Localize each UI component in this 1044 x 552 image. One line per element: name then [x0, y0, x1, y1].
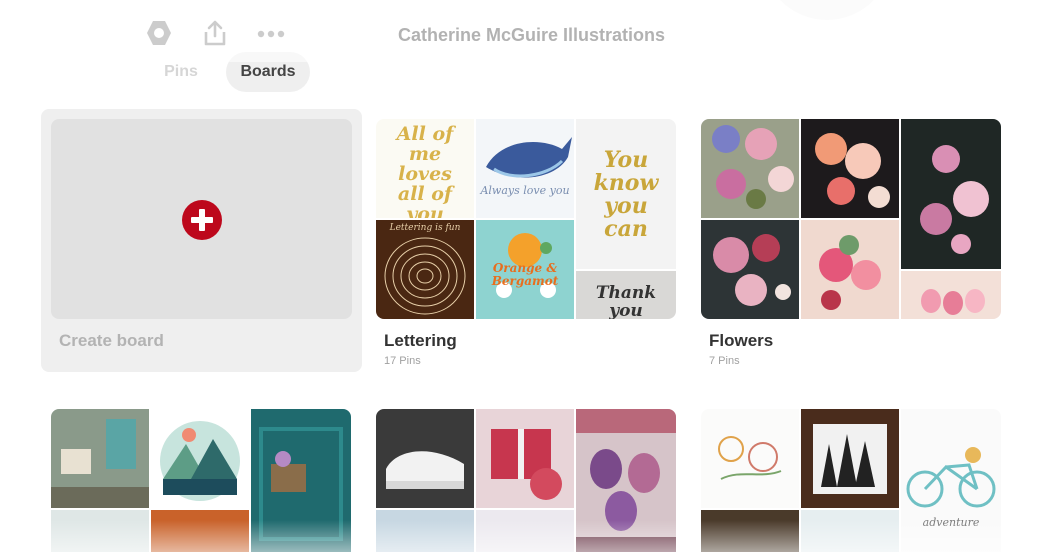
board-pin-image — [701, 409, 799, 508]
profile-header: Catherine McGuire Illustrations — [0, 0, 1044, 56]
board-pin-image — [901, 119, 1001, 269]
board-pin-image: Always love you — [476, 119, 574, 218]
pin-lettering-text: Thank you — [595, 283, 657, 319]
share-button[interactable] — [201, 20, 229, 50]
board-pin-image — [151, 409, 249, 508]
board-cover-mosaic[interactable] — [701, 119, 1001, 319]
bottom-fade — [0, 520, 1044, 552]
settings-hex-icon — [145, 19, 173, 52]
board-pin-image: You know you can — [576, 119, 676, 269]
board-pin-count: 7 Pins — [709, 355, 740, 367]
board-pin-image — [51, 409, 149, 508]
board-pin-image — [801, 220, 899, 319]
more-icon — [257, 26, 285, 44]
flower-photo — [712, 125, 794, 209]
flower-photo — [713, 234, 791, 306]
board-pin-image: Lettering is fun — [376, 220, 474, 319]
pin-lettering-text: Lettering is fun — [389, 223, 461, 233]
forest-painting-photo — [813, 424, 887, 494]
board-pin-image: All of me loves all of you — [376, 119, 474, 218]
pin-lettering-text: Orange & Bergamot — [491, 261, 559, 288]
create-board-card[interactable]: Create board — [41, 109, 362, 372]
board-pin-image — [701, 119, 799, 218]
tab-boards[interactable]: Boards — [226, 52, 310, 92]
board-pin-image — [801, 409, 899, 508]
profile-avatar[interactable] — [762, 0, 892, 20]
pin-lettering-text: You know you can — [593, 147, 659, 243]
board-pin-count: 17 Pins — [384, 355, 421, 367]
board-pin-image — [376, 409, 474, 508]
board-pin-image: Thank you — [576, 271, 676, 319]
wood-rings-illustration — [384, 237, 466, 315]
more-button[interactable] — [257, 20, 285, 50]
board-pin-image — [801, 119, 899, 218]
create-board-label: Create board — [59, 331, 164, 350]
board-cover-mosaic[interactable]: All of me loves all of you Lettering is … — [376, 119, 676, 319]
add-icon[interactable] — [182, 200, 222, 240]
settings-button[interactable] — [145, 20, 173, 50]
pin-lettering-text: Always love you — [480, 184, 570, 197]
flower-sketch-illustration — [718, 436, 782, 480]
pin-lettering-text: All of me loves all of you — [396, 123, 454, 218]
share-icon — [203, 20, 227, 51]
board-pin-image — [476, 409, 574, 508]
board-pin-image: Orange & Bergamot — [476, 220, 574, 319]
flower-photo — [815, 133, 890, 208]
page-title: Catherine McGuire Illustrations — [398, 25, 666, 45]
window-photo — [51, 419, 149, 508]
gift-wrap-photo — [491, 429, 562, 500]
flower-photo — [920, 145, 989, 254]
flower-photo — [819, 235, 881, 310]
board-title[interactable]: Flowers — [709, 331, 773, 351]
board-pin-image — [901, 271, 1001, 319]
board-pin-image — [701, 220, 799, 319]
watercolor-mountains-illustration — [160, 421, 240, 501]
whale-illustration — [486, 137, 572, 178]
tab-pins[interactable]: Pins — [150, 52, 212, 92]
eggs-photo — [921, 289, 985, 315]
sneaker-photo — [386, 451, 464, 489]
create-board-placeholder[interactable] — [51, 119, 352, 319]
board-title[interactable]: Lettering — [384, 331, 457, 351]
